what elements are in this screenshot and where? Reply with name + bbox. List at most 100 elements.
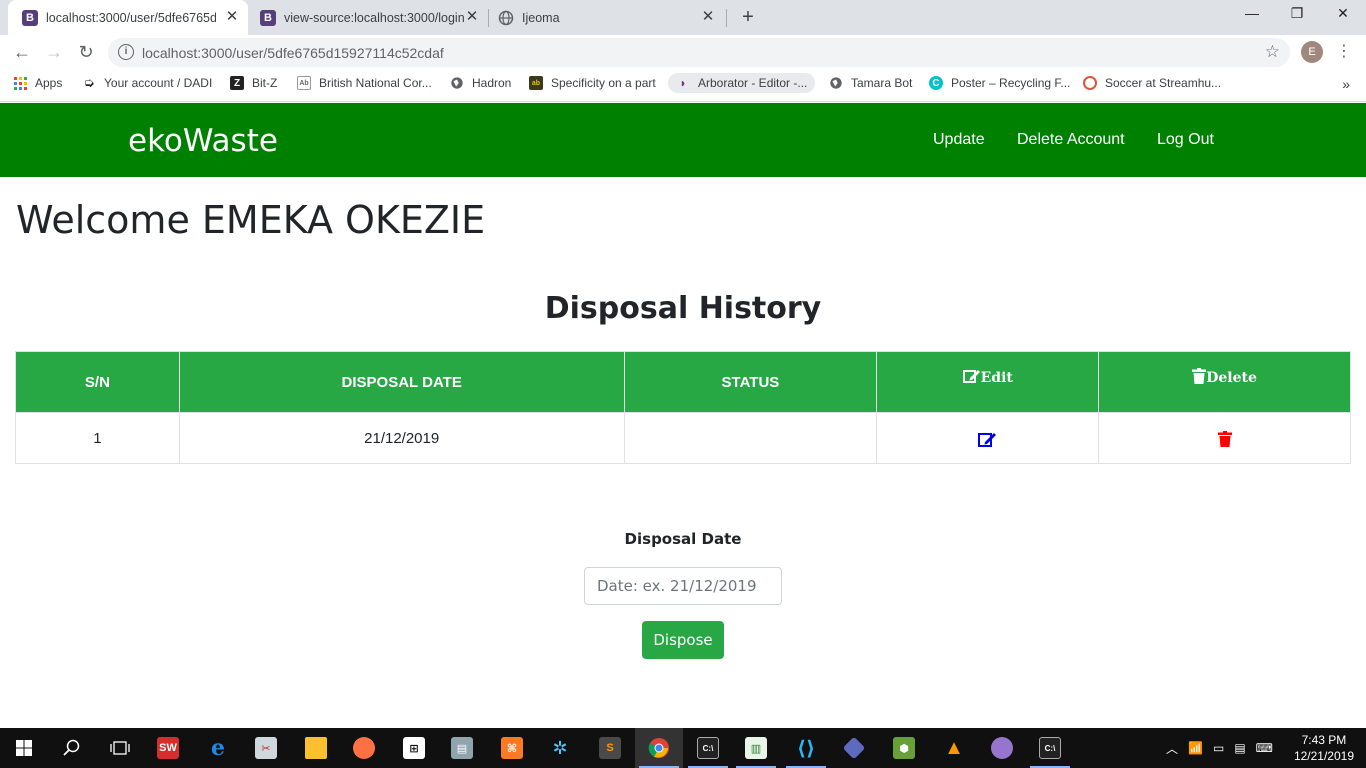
- restore-icon[interactable]: ❐: [1287, 5, 1307, 22]
- dispose-button[interactable]: Dispose: [642, 621, 724, 659]
- cmd-icon[interactable]: C:\: [1026, 728, 1074, 768]
- arborator-icon: ◗: [679, 76, 687, 90]
- taskbar-clock[interactable]: 7:43 PM 12/21/2019: [1294, 732, 1354, 764]
- browser-tab-user[interactable]: B localhost:3000/user/5dfe6765d1592 ✕: [8, 0, 248, 35]
- bootstrap-favicon: B: [22, 9, 38, 26]
- snipping-tool-icon[interactable]: ✂: [242, 728, 290, 768]
- close-tab-icon[interactable]: ✕: [700, 9, 716, 25]
- bootstrap-favicon: B: [260, 9, 276, 26]
- xampp-icon[interactable]: ⌘: [488, 728, 536, 768]
- disposal-history-table: S/N DISPOSAL DATE STATUS Edit Delete 1 2…: [15, 351, 1351, 464]
- browser-toolbar: ← → ↻ i localhost:3000/user/5dfe6765d159…: [0, 35, 1366, 69]
- bookmark-label: Your account / DADI: [104, 76, 213, 90]
- dadi-icon: ➭: [83, 75, 95, 90]
- browser-tab-view-source[interactable]: B view-source:localhost:3000/login ✕: [250, 0, 488, 35]
- tab-title: localhost:3000/user/5dfe6765d1592: [46, 10, 216, 25]
- battery-icon[interactable]: ▭: [1213, 741, 1224, 755]
- notification-icon[interactable]: ▤: [1234, 741, 1245, 755]
- globe-icon: [829, 76, 843, 90]
- chrome-icon[interactable]: [635, 728, 683, 768]
- network-app-icon[interactable]: ▤: [438, 728, 486, 768]
- nav-delete-account-link[interactable]: Delete Account: [1017, 131, 1125, 149]
- window-close-icon[interactable]: ✕: [1333, 5, 1353, 22]
- back-icon[interactable]: ←: [10, 40, 34, 64]
- table-row: 1 21/12/2019: [15, 412, 1351, 464]
- brand-logo[interactable]: ekoWaste: [128, 123, 278, 159]
- site-info-icon[interactable]: i: [118, 44, 134, 60]
- bitz-icon: Z: [230, 76, 244, 90]
- address-bar[interactable]: i localhost:3000/user/5dfe6765d15927114c…: [108, 38, 1290, 67]
- bookmark-apps[interactable]: Apps: [14, 76, 62, 90]
- browser-menu-icon[interactable]: ⋮: [1336, 41, 1352, 63]
- keyboard-icon[interactable]: ⌨: [1256, 741, 1273, 755]
- cross-app-icon[interactable]: ✲: [536, 728, 584, 768]
- forward-icon[interactable]: →: [42, 40, 66, 64]
- store-icon[interactable]: ⊞: [390, 728, 438, 768]
- browser-tab-ijeoma[interactable]: Ijeoma ✕: [490, 0, 724, 35]
- file-explorer-icon[interactable]: [292, 728, 340, 768]
- tab-separator: [726, 9, 727, 27]
- system-tray: ︿ 📶 ▭ ▤ ⌨: [1166, 728, 1273, 768]
- windows-taskbar: SW e ✂ ⊞ ▤ ⌘ ✲ S C:\ ▥ ⟨⟩ ⬢ ▲ C:\ ︿ 📶 ▭ …: [0, 728, 1366, 768]
- disposal-date-input[interactable]: [584, 567, 782, 605]
- bookmark-tamara[interactable]: Tamara Bot: [829, 76, 912, 90]
- start-button[interactable]: [0, 728, 48, 768]
- more-bookmarks-icon[interactable]: »: [1342, 76, 1350, 92]
- nodejs-icon[interactable]: ⬢: [880, 728, 928, 768]
- welcome-heading: Welcome EMEKA OKEZIE: [16, 198, 486, 242]
- solidworks-icon[interactable]: SW: [144, 728, 192, 768]
- bookmark-arborator[interactable]: ◗ Arborator - Editor -...: [668, 73, 816, 93]
- bookmark-label: Poster – Recycling F...: [951, 76, 1071, 90]
- vscode-icon[interactable]: ⟨⟩: [782, 728, 830, 768]
- search-icon[interactable]: [48, 728, 96, 768]
- table-header-row: S/N DISPOSAL DATE STATUS Edit Delete: [15, 351, 1351, 413]
- nav-update-link[interactable]: Update: [933, 131, 985, 149]
- profile-avatar[interactable]: E: [1301, 41, 1323, 63]
- header-status: STATUS: [623, 351, 878, 413]
- close-tab-icon[interactable]: ✕: [464, 9, 480, 25]
- minimize-icon[interactable]: —: [1242, 5, 1262, 21]
- close-tab-icon[interactable]: ✕: [224, 9, 240, 25]
- disposal-history-title: Disposal History: [544, 291, 822, 326]
- terminal-icon[interactable]: C:\: [684, 728, 732, 768]
- bookmarks-bar: Apps ➭ Your account / DADI Z Bit-Z Ab Br…: [0, 69, 1366, 102]
- github-desktop-icon[interactable]: [978, 728, 1026, 768]
- bookmark-bnc[interactable]: Ab British National Cor...: [297, 76, 432, 90]
- bookmark-specificity[interactable]: ab Specificity on a part: [529, 76, 656, 90]
- trash-icon[interactable]: [1217, 430, 1232, 447]
- bookmark-bitz[interactable]: Z Bit-Z: [230, 76, 277, 90]
- bookmark-star-icon[interactable]: ☆: [1265, 42, 1280, 62]
- bookmark-hadron[interactable]: Hadron: [450, 76, 511, 90]
- reload-icon[interactable]: ↻: [74, 40, 98, 64]
- task-view-icon[interactable]: [96, 728, 144, 768]
- bookmark-dadi[interactable]: ➭ Your account / DADI: [82, 75, 213, 90]
- bookmark-label: British National Cor...: [319, 76, 432, 90]
- tab-title: view-source:localhost:3000/login: [284, 10, 464, 25]
- edit-icon[interactable]: [978, 431, 997, 447]
- bookmark-poster[interactable]: C Poster – Recycling F...: [929, 76, 1070, 90]
- app-navbar: ekoWaste Update Delete Account Log Out: [0, 103, 1366, 177]
- bookmark-label: Tamara Bot: [851, 76, 913, 90]
- header-edit: Edit: [876, 351, 1100, 413]
- sublime-icon[interactable]: S: [586, 728, 634, 768]
- header-delete-label: Delete: [1206, 370, 1257, 386]
- trash-icon: [1192, 368, 1207, 384]
- show-hidden-icons-icon[interactable]: ︿: [1166, 740, 1178, 757]
- header-disposal-date: DISPOSAL DATE: [178, 351, 625, 413]
- bookmark-label: Apps: [35, 76, 63, 90]
- nav-logout-link[interactable]: Log Out: [1157, 131, 1214, 149]
- bookmark-soccer[interactable]: Soccer at Streamhu...: [1083, 76, 1221, 90]
- git-icon[interactable]: [830, 728, 878, 768]
- firefox-icon[interactable]: [340, 728, 388, 768]
- url-text[interactable]: localhost:3000/user/5dfe6765d15927114c52…: [142, 45, 444, 61]
- new-tab-button[interactable]: +: [738, 6, 758, 29]
- tab-separator: [488, 9, 489, 27]
- notepad-icon[interactable]: ▥: [732, 728, 780, 768]
- edge-icon[interactable]: e: [194, 728, 242, 768]
- cell-delete: [1098, 412, 1351, 464]
- globe-icon: [450, 76, 464, 90]
- clock-time: 7:43 PM: [1301, 733, 1347, 747]
- specificity-icon: ab: [529, 76, 543, 90]
- wifi-icon[interactable]: 📶: [1188, 741, 1203, 755]
- vlc-icon[interactable]: ▲: [930, 728, 978, 768]
